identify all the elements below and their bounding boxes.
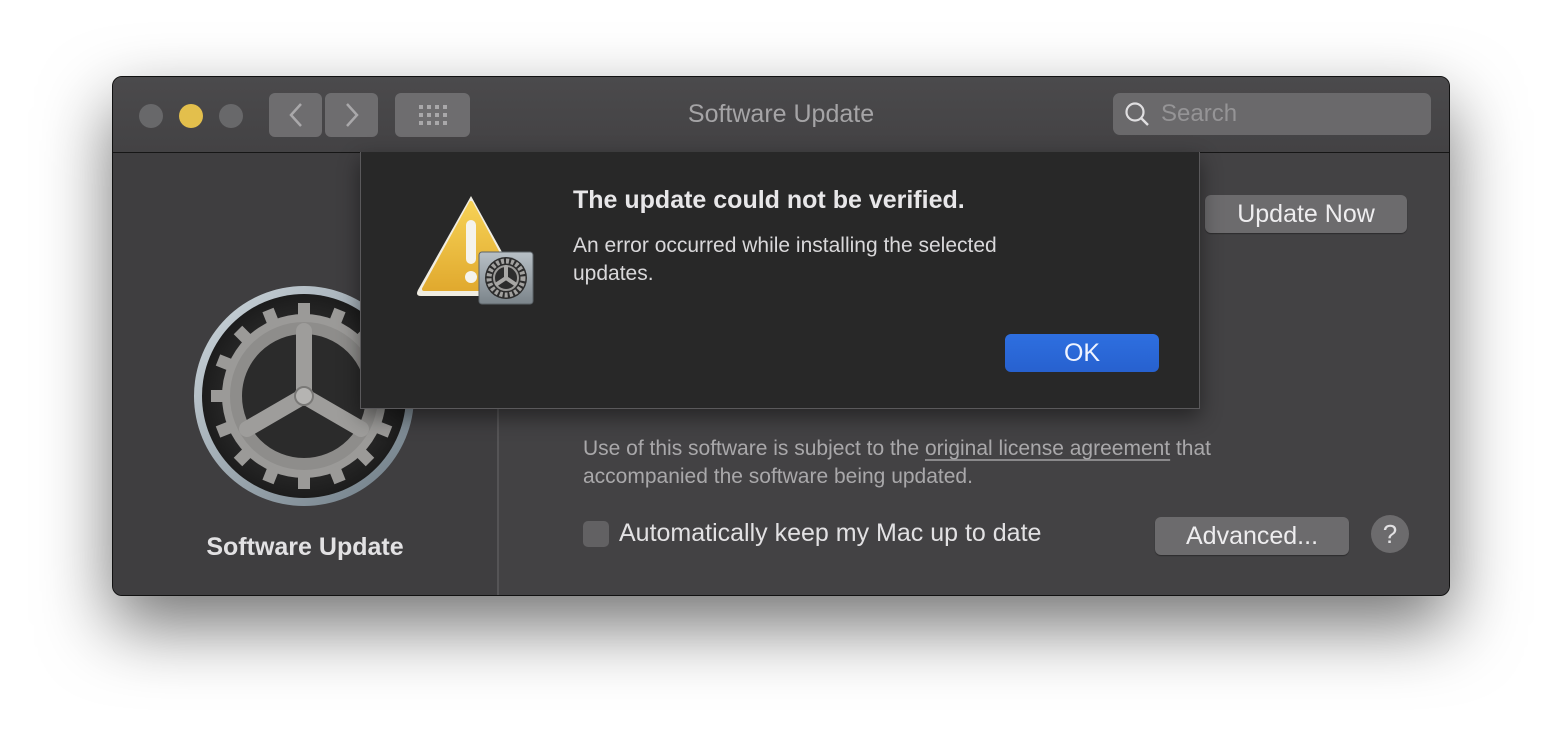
update-now-button[interactable]: Update Now [1205,195,1407,233]
license-agreement-link[interactable]: original license agreement [925,437,1170,460]
help-button[interactable]: ? [1371,515,1409,553]
search-field[interactable] [1113,93,1431,135]
advanced-button[interactable]: Advanced... [1155,517,1349,555]
ok-button[interactable]: OK [1005,334,1159,372]
auto-update-label[interactable]: Automatically keep my Mac up to date [619,519,1041,548]
alert-title: The update could not be verified. [573,186,965,214]
search-icon [1125,102,1149,126]
warning-icon [417,196,534,305]
pane-title: Software Update [206,533,404,561]
license-notice: Use of this software is subject to the o… [583,435,1303,491]
search-input[interactable] [1159,99,1423,129]
license-prefix: Use of this software is subject to the [583,437,925,460]
error-alert-sheet: The update could not be verified. An err… [360,152,1200,409]
auto-update-checkbox[interactable] [583,521,609,547]
title-bar: Software Update [113,77,1449,153]
alert-message: An error occurred while installing the s… [573,234,997,285]
